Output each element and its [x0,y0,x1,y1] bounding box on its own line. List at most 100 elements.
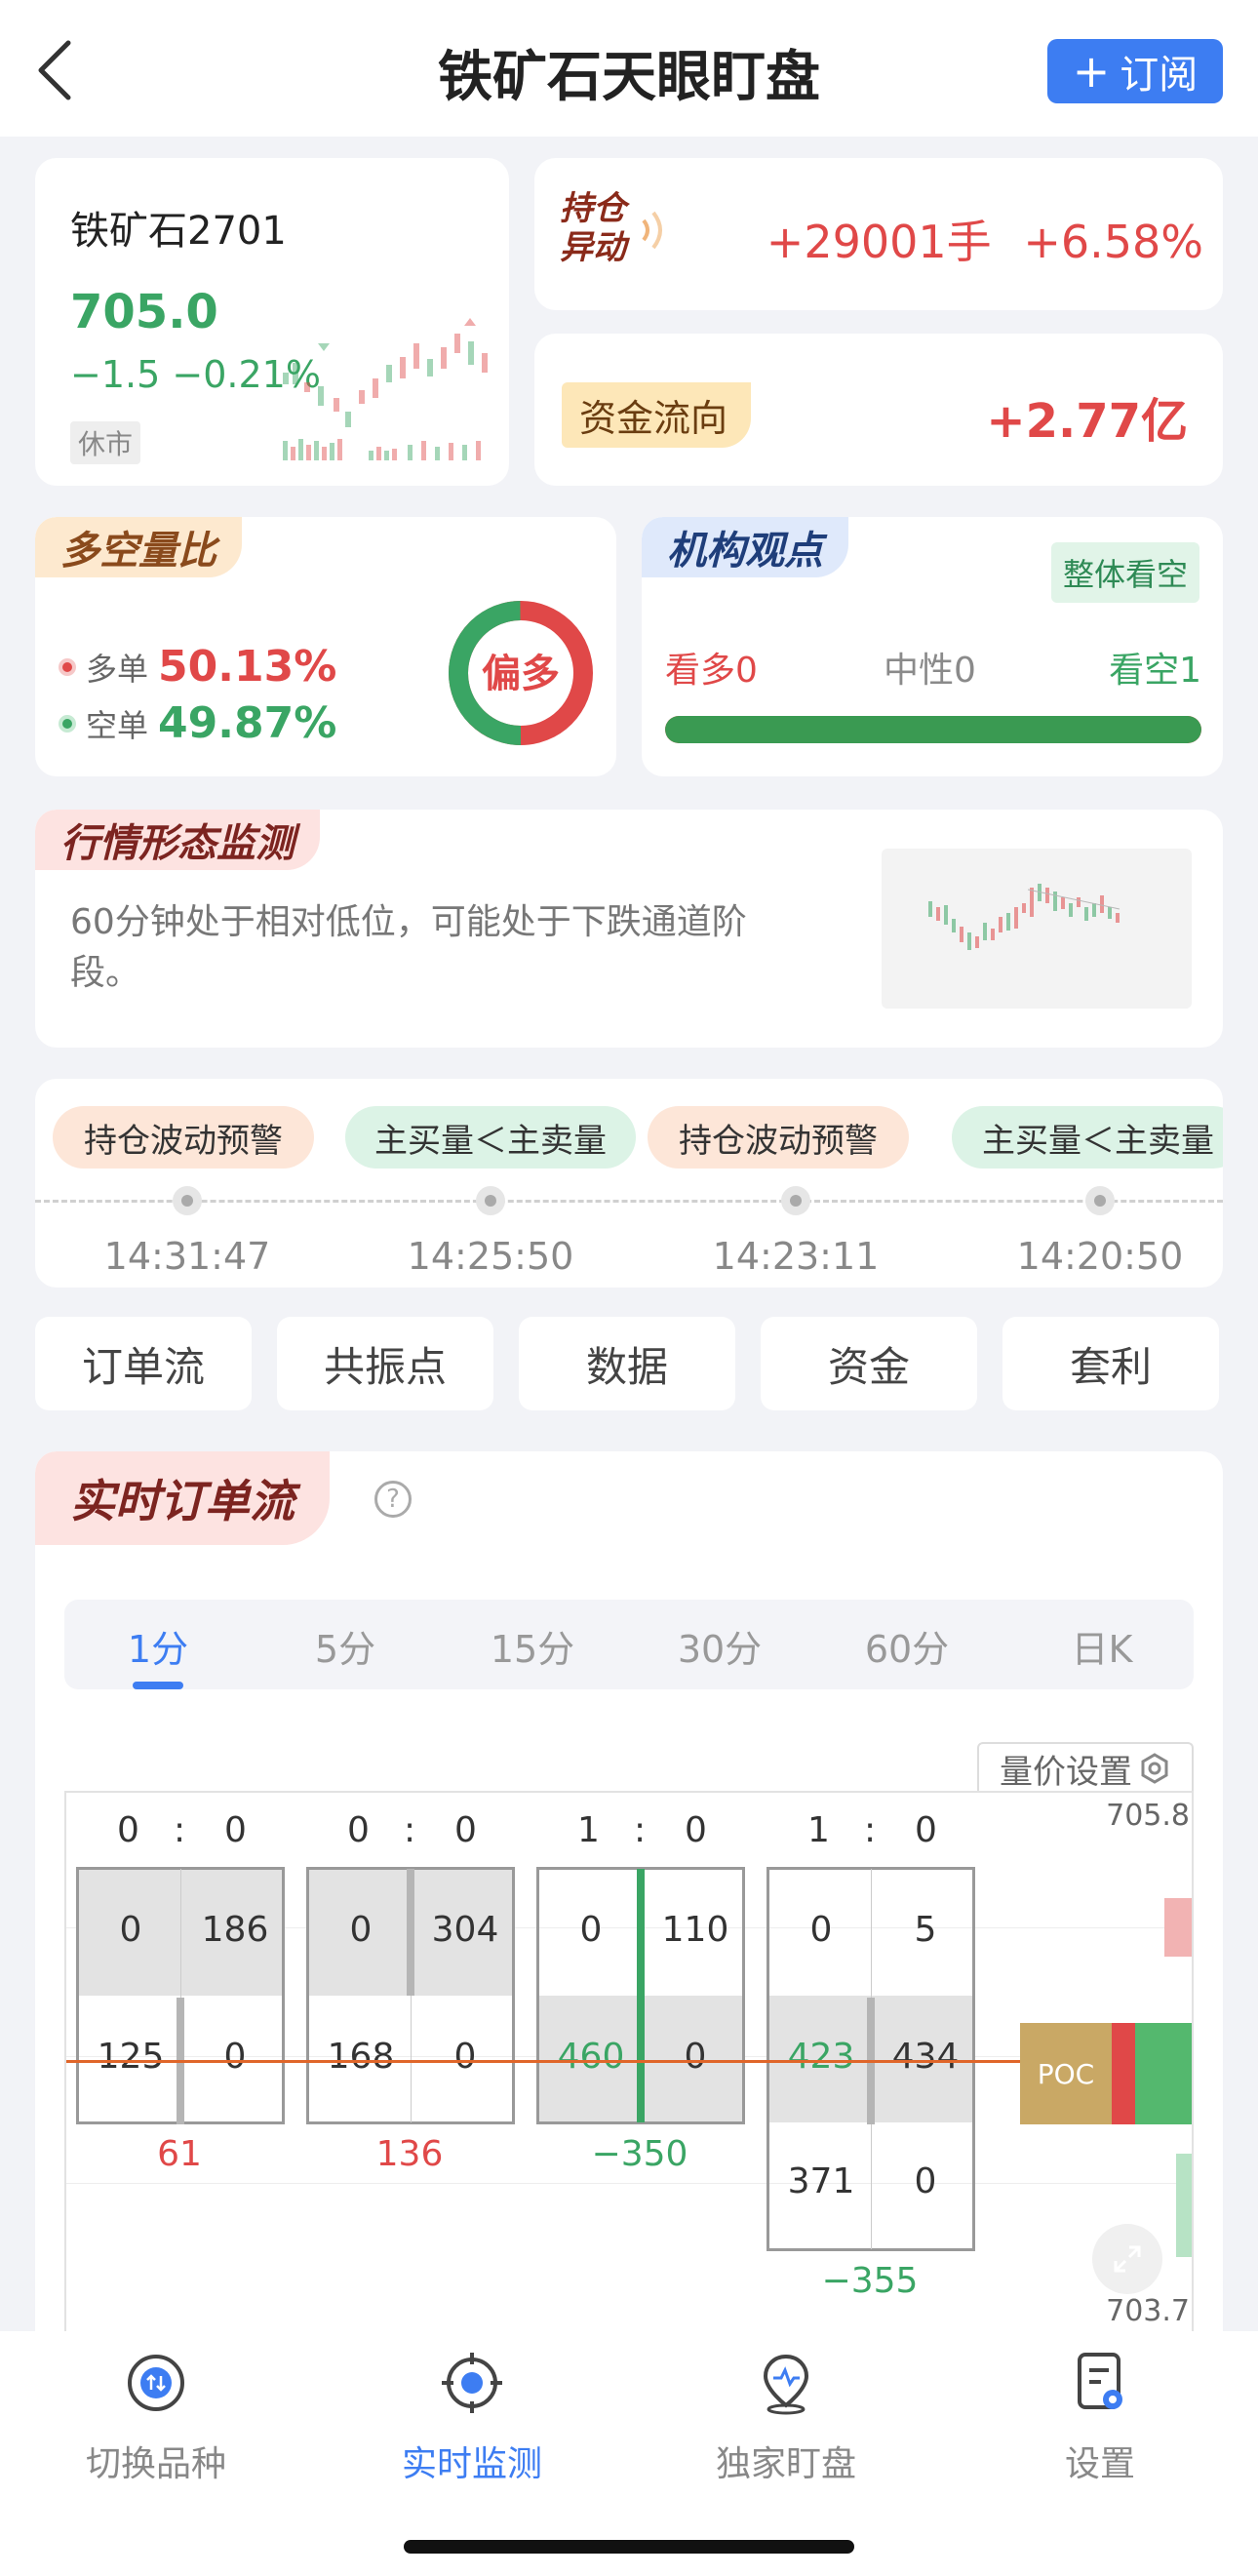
price-volume-settings-button[interactable]: 量价设置 [977,1742,1194,1793]
period-tab[interactable]: 5分 [287,1619,404,1673]
location-pulse-icon [763,2354,809,2415]
section-tab[interactable]: 套利 [1002,1317,1219,1410]
footprint-bid-cell: 0 [349,1910,373,1950]
pattern-text: 60分钟处于相对低位，可能处于下跌通道阶段。 [70,902,747,993]
footprint-ask-cell: 0 [223,2037,247,2077]
footprint-score-left: 1 [577,1810,600,1850]
long-dot-icon [59,657,76,676]
footprint-delta: −350 [591,2134,688,2174]
alert-timeline-card[interactable]: 持仓波动预警 14:31:47 主买量＜主卖量 14:25:50 持仓波动预警 14:23… [35,1079,1223,1288]
short-dot-icon [59,714,76,733]
subscribe-button[interactable]: + 订阅 [1047,39,1223,103]
period-tab[interactable]: 60分 [848,1619,965,1673]
settings-gear-icon [1141,1753,1168,1784]
fund-flow-tag: 资金流向 [562,382,752,448]
footprint-score-colon: : [864,1810,877,1850]
position-change-tag: 持仓 异动 [560,189,626,267]
timeline-alert-pill[interactable]: 持仓波动预警 [53,1106,314,1169]
footprint-score-left: 0 [117,1810,139,1850]
institution-ratio-bar [665,716,1201,743]
footprint-delta: −355 [821,2261,919,2301]
timeline-alert-pill[interactable]: 主买量＜主卖量 [345,1106,636,1169]
short-percent: 49.87% [158,698,337,748]
tab-switch-instrument[interactable]: 切换品种 [39,2349,273,2486]
long-row: 多单 50.13% [59,642,336,692]
last-price: 705.0 [70,285,218,339]
footprint-score-colon: : [634,1810,647,1850]
poc-sell-bar [1112,2023,1135,2124]
settings-doc-icon [1078,2353,1122,2409]
period-tab[interactable]: 30分 [661,1619,778,1673]
tab-realtime-monitor[interactable]: 实时监测 [355,2349,589,2486]
help-glyph: ? [386,1485,400,1514]
market-status-badge: 休市 [70,421,141,464]
quote-card[interactable]: 铁矿石2701 705.0 −1.5 −0.21% 休市 [35,158,509,486]
bottom-tab-bar: 切换品种 实时监测 独家盯盘 设置 [0,2331,1258,2576]
poc-bar: POC [1020,2023,1112,2124]
pattern-chart-thumbnail[interactable] [882,849,1192,1009]
help-icon[interactable]: ? [374,1481,412,1518]
order-flow-title: 实时订单流 [70,1475,295,1527]
section-tab[interactable]: 资金 [761,1317,977,1410]
footprint-bid-cell: 0 [579,1910,603,1950]
expand-icon[interactable] [1092,2224,1162,2294]
short-row: 空单 49.87% [59,698,336,748]
section-tab[interactable]: 共振点 [277,1317,493,1410]
footprint-delta: 136 [375,2134,444,2174]
period-tab[interactable]: 15分 [474,1619,591,1673]
footprint-delta: 61 [157,2134,202,2174]
tab-label: 切换品种 [85,2444,226,2484]
fund-flow-card[interactable]: 资金流向 +2.77亿 [534,334,1223,486]
position-tag-line1: 持仓 [560,189,626,228]
change-value: −1.5 [70,353,161,396]
timeline-dashed-line [35,1200,1223,1203]
footprint-ask-cell: 434 [891,2037,960,2077]
footprint-bid-cell: 0 [809,1910,833,1950]
institution-view-card[interactable]: 机构观点 整体看空 看多0 中性0 看空1 [642,517,1223,776]
long-short-tag: 多空量比 [35,517,242,577]
long-short-ratio-card[interactable]: 多空量比 多单 50.13% 空单 49.87% 偏多 [35,517,616,776]
signal-wave-icon [642,211,662,250]
mini-candlestick-chart [283,318,488,460]
bull-count: 看多0 [665,651,758,691]
timeline-alert-pill[interactable]: 持仓波动预警 [648,1106,909,1169]
period-active-indicator [133,1682,183,1689]
tab-label: 设置 [1064,2444,1135,2484]
footprint-ask-cell: 186 [201,1910,269,1950]
position-percent: +6.58% [1023,216,1203,268]
tab-exclusive-watch[interactable]: 独家盯盘 [669,2349,903,2486]
footprint-bid-cell: 423 [787,2037,855,2077]
timeline-time: 14:31:47 [103,1235,271,1278]
bear-count: 看空1 [1109,651,1201,691]
position-change-card[interactable]: 持仓 异动 +29001手 +6.58% [534,158,1223,310]
volume-profile-bar [1164,1898,1192,1957]
period-tab[interactable]: 1分 [99,1619,216,1673]
pattern-monitor-card[interactable]: 行情形态监测 60分钟处于相对低位，可能处于下跌通道阶段。 [35,810,1223,1048]
timeline-alert-pill[interactable]: 主买量＜主卖量 [952,1106,1223,1169]
timeline-dot [476,1186,505,1215]
bias-label: 偏多 [482,652,560,696]
pattern-tag: 行情形态监测 [35,810,320,870]
price-low-label: 703.7 [1106,2294,1190,2328]
footprint-ask-cell: 304 [431,1910,499,1950]
footprint-body-line [637,1869,645,2122]
switch-arrows-icon [128,2355,184,2411]
bear-ratio-fill [665,716,1201,743]
footprint-score-left: 1 [807,1810,830,1850]
section-tab[interactable]: 订单流 [35,1317,252,1410]
grid-line [66,2183,1192,2184]
long-short-donut: 偏多 [449,601,593,745]
timeline-dot [1085,1186,1115,1215]
long-label: 多单 [86,650,149,688]
order-flow-tag: 实时订单流 [35,1451,330,1545]
footprint-ask-cell: 0 [684,2037,707,2077]
tab-settings[interactable]: 设置 [983,2349,1217,2486]
price-high-label: 705.8 [1106,1799,1190,1833]
period-tab[interactable]: 日K [1043,1619,1160,1673]
timeline-time: 14:20:50 [1016,1235,1184,1278]
footprint-bid-cell: 0 [119,1910,142,1950]
section-tab[interactable]: 数据 [519,1317,735,1410]
contract-name: 铁矿石2701 [70,209,287,254]
period-selector [64,1600,1194,1689]
position-tag-line2: 异动 [560,228,626,267]
